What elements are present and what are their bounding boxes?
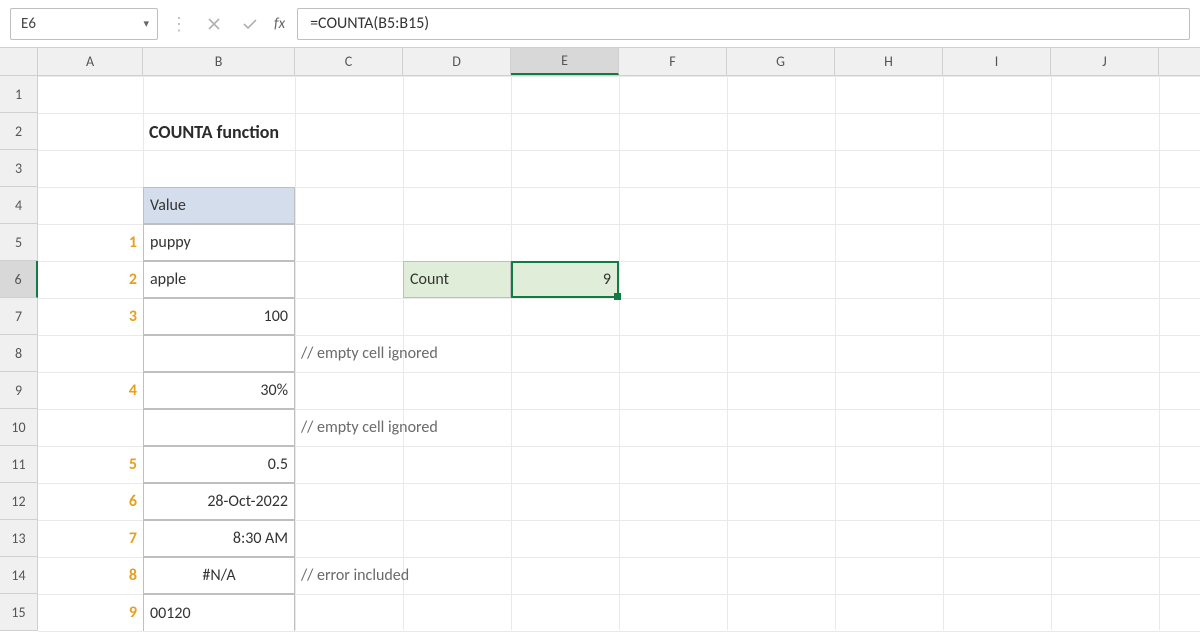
row-header-2[interactable]: 2	[0, 113, 37, 150]
formula-text: =COUNTA(B5:B15)	[310, 14, 429, 33]
separator: ⋮	[166, 13, 192, 35]
value-cell-b5[interactable]: puppy	[143, 224, 295, 261]
row-header-12[interactable]: 12	[0, 483, 37, 520]
row-header-14[interactable]: 14	[0, 557, 37, 594]
cells-area[interactable]: COUNTA functionValue123456789puppyapple1…	[38, 76, 1200, 630]
row-header-7[interactable]: 7	[0, 298, 37, 335]
row-number-3: 3	[38, 298, 143, 335]
row-header-11[interactable]: 11	[0, 446, 37, 483]
row-number-4: 4	[38, 372, 143, 409]
fx-icon[interactable]: fx	[274, 15, 285, 33]
column-header-e[interactable]: E	[511, 48, 619, 75]
value-cell-b7[interactable]: 100	[143, 298, 295, 335]
name-box[interactable]: E6 ▾	[10, 8, 158, 40]
row-header-9[interactable]: 9	[0, 372, 37, 409]
sheet-title: COUNTA function	[143, 113, 443, 150]
column-header-j[interactable]: J	[1051, 48, 1159, 75]
cancel-icon[interactable]	[200, 10, 228, 38]
header-value: Value	[143, 187, 295, 224]
row-number-1: 1	[38, 224, 143, 261]
column-header-i[interactable]: I	[943, 48, 1051, 75]
formula-input[interactable]: =COUNTA(B5:B15)	[297, 8, 1190, 40]
row-header-15[interactable]: 15	[0, 594, 37, 631]
value-cell-b6[interactable]: apple	[143, 261, 295, 298]
column-header-d[interactable]: D	[403, 48, 511, 75]
comment-row14: // error included	[295, 557, 555, 594]
value-cell-b13[interactable]: 8:30 AM	[143, 520, 295, 557]
column-headers: ABCDEFGHIJ	[38, 48, 1200, 76]
row-number-2: 2	[38, 261, 143, 298]
value-cell-b9[interactable]: 30%	[143, 372, 295, 409]
chevron-down-icon[interactable]: ▾	[143, 17, 149, 30]
cell-reference: E6	[21, 15, 36, 33]
spreadsheet-grid: ABCDEFGHIJ 123456789101112131415 COUNTA …	[0, 48, 1200, 630]
row-header-5[interactable]: 5	[0, 224, 37, 261]
count-label: Count	[403, 261, 511, 298]
row-header-10[interactable]: 10	[0, 409, 37, 446]
row-header-13[interactable]: 13	[0, 520, 37, 557]
column-header-h[interactable]: H	[835, 48, 943, 75]
column-header-b[interactable]: B	[143, 48, 295, 75]
value-cell-b11[interactable]: 0.5	[143, 446, 295, 483]
row-number-7: 7	[38, 520, 143, 557]
enter-icon[interactable]	[236, 10, 264, 38]
select-all-corner[interactable]	[0, 48, 38, 76]
formula-bar: E6 ▾ ⋮ fx =COUNTA(B5:B15)	[0, 0, 1200, 48]
value-cell-b8[interactable]	[143, 335, 295, 372]
row-headers: 123456789101112131415	[0, 76, 38, 631]
column-header-g[interactable]: G	[727, 48, 835, 75]
value-cell-b15[interactable]: 00120	[143, 594, 295, 631]
column-header-a[interactable]: A	[38, 48, 143, 75]
row-header-4[interactable]: 4	[0, 187, 37, 224]
row-number-9: 9	[38, 594, 143, 631]
column-header-f[interactable]: F	[619, 48, 727, 75]
value-cell-b14[interactable]: #N/A	[143, 557, 295, 594]
row-header-6[interactable]: 6	[0, 261, 38, 298]
row-header-8[interactable]: 8	[0, 335, 37, 372]
comment-row10: // empty cell ignored	[295, 409, 555, 446]
row-header-3[interactable]: 3	[0, 150, 37, 187]
value-cell-b12[interactable]: 28-Oct-2022	[143, 483, 295, 520]
row-header-1[interactable]: 1	[0, 76, 37, 113]
column-header-c[interactable]: C	[295, 48, 403, 75]
row-number-5: 5	[38, 446, 143, 483]
value-cell-b10[interactable]	[143, 409, 295, 446]
row-number-8: 8	[38, 557, 143, 594]
row-number-6: 6	[38, 483, 143, 520]
active-cell-e6[interactable]: 9	[511, 261, 619, 298]
comment-row8: // empty cell ignored	[295, 335, 555, 372]
